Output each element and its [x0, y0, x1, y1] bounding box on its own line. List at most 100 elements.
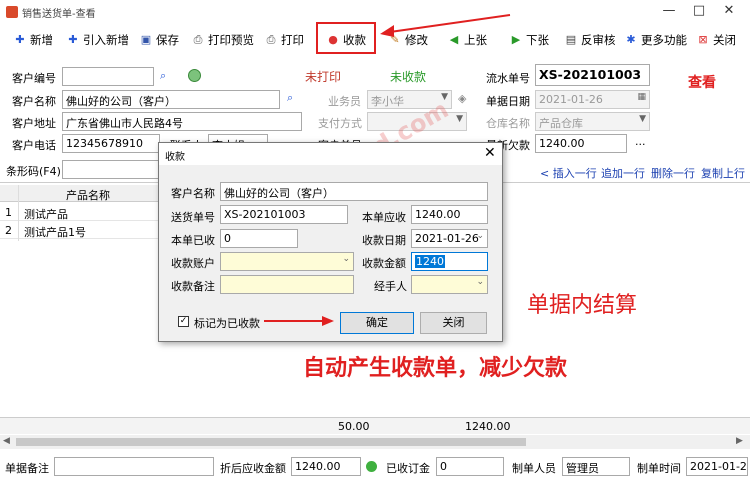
unaudit-button[interactable]: ▤ 反审核 [565, 31, 616, 49]
totals-row: 50.00 1240.00 [0, 417, 750, 434]
printer-icon: ⎙ [193, 33, 203, 46]
date-picker[interactable]: 2021-01-26 ▦ [535, 90, 650, 109]
debt-field: 1240.00 [535, 134, 627, 153]
search-icon[interactable]: ⌕ [160, 69, 166, 83]
settle-annotation: 单据内结算 [527, 293, 638, 318]
table-row[interactable]: 2 测试产品1号 [0, 221, 160, 239]
window-title: 销售送货单-查看 [22, 9, 96, 20]
dlg-note-label: 收款备注 [171, 280, 215, 293]
app-icon [6, 6, 18, 18]
dlg-receivable-label: 本单应收 [362, 211, 406, 224]
deposit-label: 已收订金 [386, 462, 430, 475]
payment-status: 未收款 [390, 70, 427, 84]
note-field[interactable] [54, 457, 214, 476]
receive-highlight-box [316, 22, 376, 54]
serial-label: 流水单号 [486, 72, 530, 85]
dialog-close-button[interactable]: 关闭 [420, 312, 487, 334]
barcode-label: 条形码(F4) [6, 165, 61, 178]
refresh-icon[interactable] [188, 69, 201, 82]
dlg-account-select[interactable]: ⌄ [220, 252, 354, 271]
status-dot-icon [366, 461, 377, 472]
dlg-receive-date-picker[interactable]: 2021-01-26 ⌄ [411, 229, 488, 248]
import-new-button[interactable]: ✚ 引入新增 [67, 31, 129, 49]
dlg-receive-date-label: 收款日期 [362, 234, 406, 247]
table-row[interactable]: 1 测试产品 [0, 203, 160, 221]
auto-receipt-annotation: 自动产生收款单，减少欠款 [303, 356, 568, 381]
warehouse-select[interactable]: 产品仓库 ▼ [535, 112, 650, 131]
print-preview-button[interactable]: ⎙ 打印预览 [192, 31, 254, 49]
floppy-icon: ▣ [140, 33, 152, 46]
dlg-received-field: 0 [220, 229, 298, 248]
scrollbar-thumb[interactable] [16, 438, 526, 446]
maker-field: 管理员 [562, 457, 630, 476]
customer-code-label: 客户编号 [12, 72, 56, 85]
append-row-link[interactable]: 追加一行 [601, 165, 645, 181]
customer-phone-field[interactable]: 12345678910 [62, 134, 160, 153]
more-options-button[interactable]: ... [635, 135, 646, 148]
mark-received-checkbox[interactable]: ✓ [178, 316, 189, 327]
pay-method-label: 支付方式 [318, 117, 362, 130]
discount-field: 1240.00 [291, 457, 361, 476]
maximize-button[interactable]: □ [686, 2, 712, 20]
column-product-name: 产品名称 [66, 189, 110, 202]
chevron-down-icon: ▼ [456, 114, 463, 124]
chevron-down-icon: ▼ [639, 114, 646, 124]
tag-icon[interactable]: ◈ [458, 92, 466, 105]
dlg-amount-field[interactable]: 1240 [411, 252, 488, 271]
printer-icon: ⎙ [266, 33, 276, 46]
dialog-titlebar: 收款 ✕ [159, 143, 502, 165]
scroll-right-icon[interactable]: ▶ [736, 436, 743, 446]
new-button[interactable]: ✚ 新增 [14, 31, 53, 49]
customer-code-field[interactable] [62, 67, 154, 86]
discount-label: 折后应收金额 [220, 462, 286, 475]
dlg-handler-label: 经手人 [374, 280, 407, 293]
close-icon: ⊠ [698, 33, 708, 46]
maker-label: 制单人员 [512, 462, 556, 475]
dlg-account-label: 收款账户 [171, 257, 215, 270]
insert-row-link[interactable]: < 插入一行 [540, 165, 597, 181]
dlg-handler-select[interactable]: ⌄ [411, 275, 488, 294]
dlg-note-field[interactable] [220, 275, 354, 294]
print-status: 未打印 [305, 70, 342, 84]
dlg-receivable-field: 1240.00 [411, 205, 488, 224]
gear-icon: ✱ [626, 33, 636, 46]
customer-name-field[interactable]: 佛山好的公司（客户） [62, 90, 280, 109]
grid-header: 产品名称 [0, 185, 160, 202]
scroll-left-icon[interactable]: ◀ [3, 436, 10, 446]
chevron-down-icon: ⌄ [476, 231, 484, 241]
serial-field[interactable]: XS-202101003 [535, 64, 650, 86]
bottom-bar: 单据备注 折后应收金额 1240.00 已收订金 0 制单人员 管理员 制单时间… [0, 454, 750, 480]
dlg-delivery-no-field: XS-202101003 [220, 205, 348, 224]
checkbox-arrow [264, 316, 334, 326]
next-button[interactable]: ▶ 下张 [510, 31, 549, 49]
customer-address-label: 客户地址 [12, 117, 56, 130]
save-button[interactable]: ▣ 保存 [140, 31, 179, 49]
dlg-customer-name-label: 客户名称 [171, 187, 215, 200]
close-window-button[interactable]: ✕ [716, 2, 742, 20]
close-button[interactable]: ⊠ 关闭 [697, 31, 736, 49]
print-button[interactable]: ⎙ 打印 [265, 31, 304, 49]
ok-button[interactable]: 确定 [340, 312, 414, 334]
salesman-label: 业务员 [328, 95, 361, 108]
time-field: 2021-01-26 [686, 457, 748, 476]
plus-icon: ✚ [15, 33, 25, 46]
copy-row-link[interactable]: 复制上行 [701, 165, 745, 181]
customer-address-field[interactable]: 广东省佛山市人民路4号 [62, 112, 302, 131]
dlg-received-label: 本单已收 [171, 234, 215, 247]
more-button[interactable]: ✱ 更多功能 [625, 31, 687, 49]
date-label: 单据日期 [486, 95, 530, 108]
delete-row-link[interactable]: 删除一行 [651, 165, 695, 181]
dlg-customer-name-field: 佛山好的公司（客户） [220, 182, 488, 201]
mark-received-label: 标记为已收款 [194, 317, 260, 330]
dlg-delivery-no-label: 送货单号 [171, 211, 215, 224]
time-label: 制单时间 [637, 462, 681, 475]
title-bar: 销售送货单-查看 — □ ✕ [0, 0, 750, 24]
view-mode-label: 查看 [688, 75, 716, 91]
minimize-button[interactable]: — [656, 2, 682, 20]
horizontal-scrollbar[interactable]: ◀ ▶ [0, 435, 750, 449]
barcode-field[interactable] [62, 160, 160, 179]
note-label: 单据备注 [5, 462, 49, 475]
dialog-close-icon[interactable]: ✕ [484, 145, 496, 161]
search-icon[interactable]: ⌕ [287, 91, 293, 105]
document-icon: ▤ [565, 33, 577, 46]
